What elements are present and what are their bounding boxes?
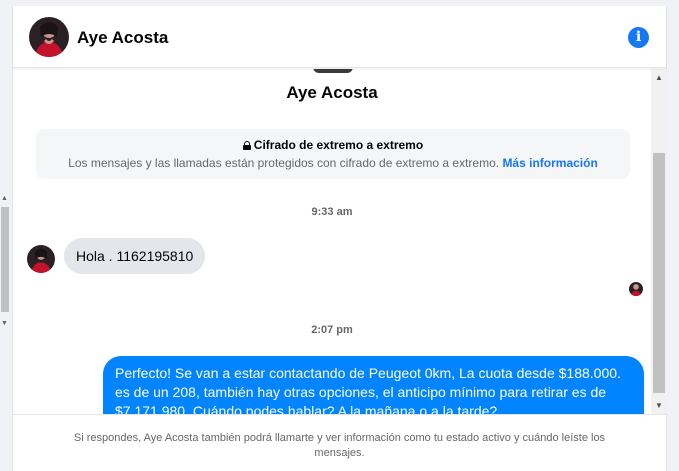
seen-receipt-avatar bbox=[629, 282, 643, 296]
chat-header: Aye Acosta i bbox=[13, 6, 666, 68]
info-icon[interactable]: i bbox=[628, 27, 649, 48]
profile-name: Aye Acosta bbox=[286, 83, 378, 102]
chat-window: Aye Acosta i Aye Acosta Cifrado de extre… bbox=[12, 6, 668, 471]
message-list: Aye Acosta Cifrado de extremo a extremo … bbox=[13, 69, 651, 414]
contact-name[interactable]: Aye Acosta bbox=[77, 28, 168, 48]
profile-photo bbox=[313, 69, 353, 73]
chat-scrollbar[interactable]: ▲ ▼ bbox=[651, 69, 668, 414]
encryption-title: Cifrado de extremo a extremo bbox=[253, 138, 424, 152]
page-scrollbar-thumb[interactable] bbox=[1, 207, 9, 312]
message-timestamp: 9:33 am bbox=[311, 206, 353, 218]
reply-notice-text: Si respondes, Aye Acosta también podrá l… bbox=[73, 432, 606, 459]
encryption-description: Los mensajes y las llamadas están proteg… bbox=[68, 156, 500, 170]
contact-avatar[interactable] bbox=[29, 17, 69, 57]
scroll-up-arrow-icon[interactable]: ▲ bbox=[655, 73, 663, 82]
page-scrollbar[interactable]: ▲ ▼ bbox=[0, 195, 10, 335]
scroll-up-arrow-icon[interactable]: ▲ bbox=[1, 195, 8, 202]
encryption-notice: Cifrado de extremo a extremo Los mensaje… bbox=[36, 129, 630, 179]
outgoing-message-bubble[interactable]: Perfecto! Se van a estar contactando de … bbox=[103, 356, 644, 414]
lock-icon bbox=[242, 141, 251, 150]
more-info-link[interactable]: Más información bbox=[502, 156, 597, 170]
message-timestamp: 2:07 pm bbox=[311, 324, 353, 336]
scroll-down-arrow-icon[interactable]: ▼ bbox=[1, 320, 8, 327]
reply-notice: Si respondes, Aye Acosta también podrá l… bbox=[13, 414, 666, 471]
scroll-down-arrow-icon[interactable]: ▼ bbox=[655, 401, 663, 410]
chat-scrollbar-thumb[interactable] bbox=[653, 153, 665, 393]
sender-avatar[interactable] bbox=[27, 245, 55, 273]
incoming-message-bubble[interactable]: Hola . 1162195810 bbox=[64, 238, 206, 274]
